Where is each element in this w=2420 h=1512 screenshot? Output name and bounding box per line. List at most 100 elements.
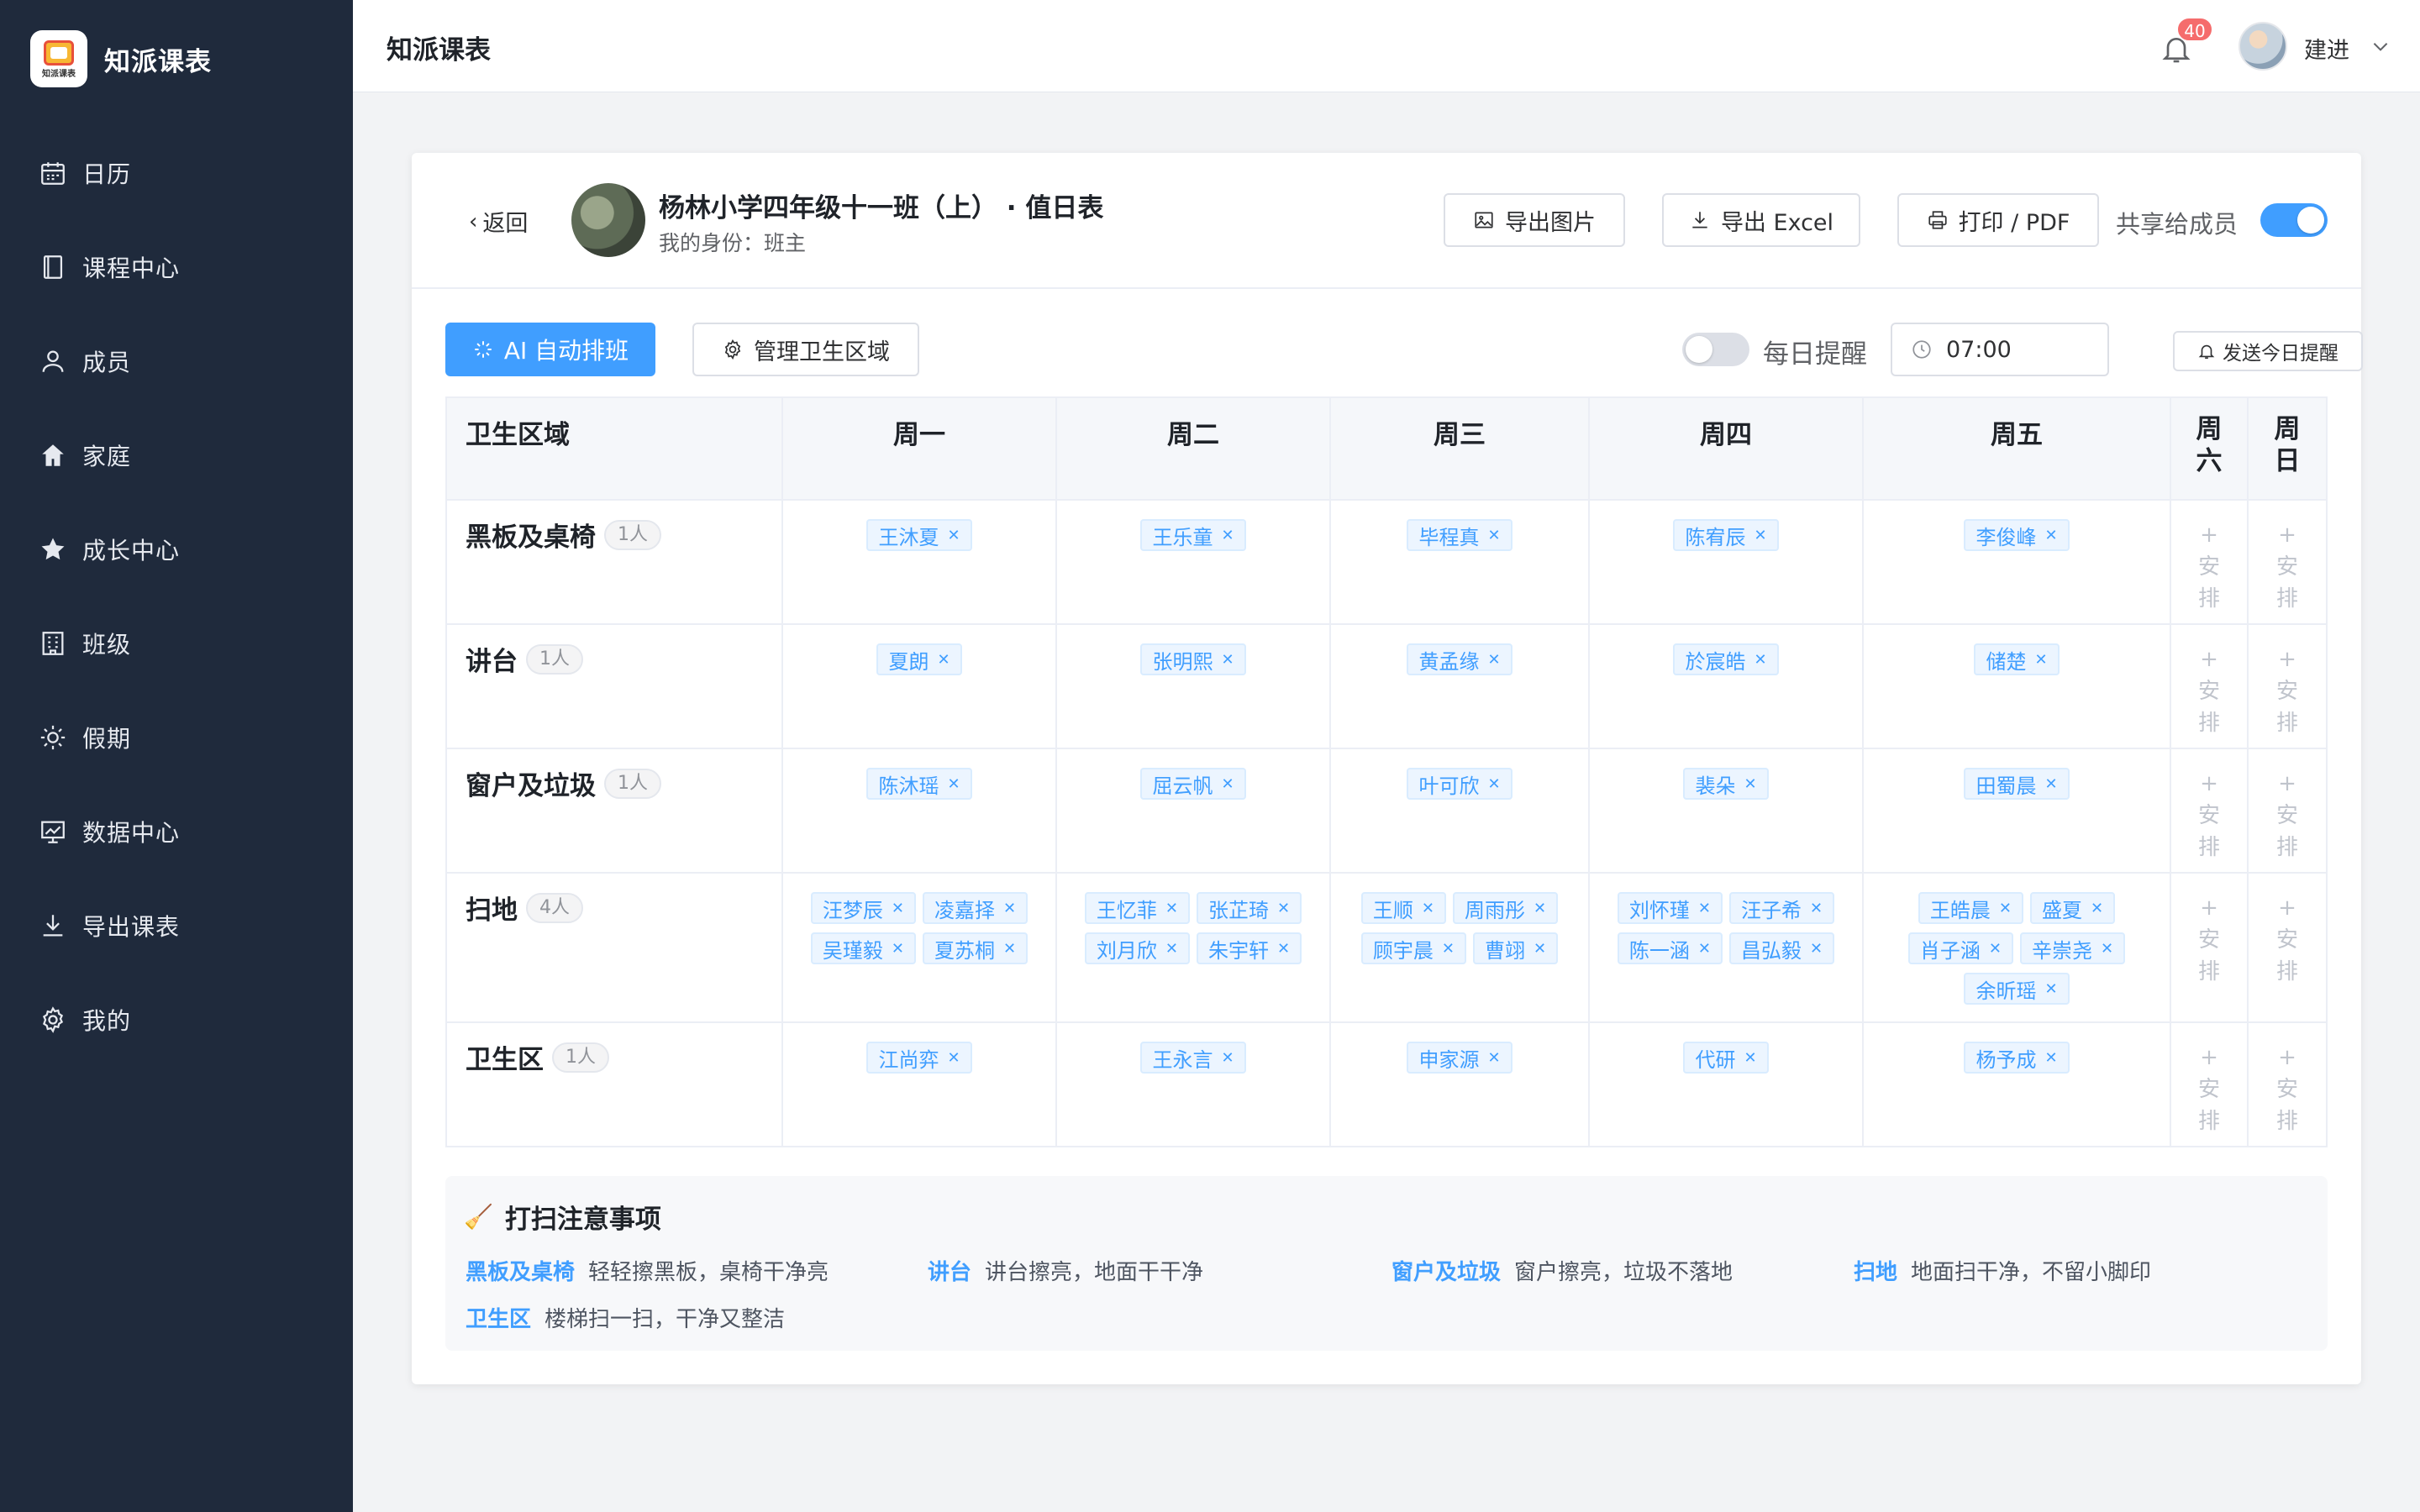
assignee-tag[interactable]: 陈一涵 ✕ — [1617, 932, 1723, 964]
sidebar-item-members[interactable]: 成员 — [0, 314, 353, 408]
assignee-tag[interactable]: 陈沐瑶 ✕ — [866, 768, 972, 800]
sidebar-item-family[interactable]: 家庭 — [0, 408, 353, 502]
close-icon[interactable]: ✕ — [1442, 940, 1455, 958]
close-icon[interactable]: ✕ — [1999, 900, 2012, 917]
day-cell[interactable]: 於宸皓 ✕ — [1588, 623, 1864, 749]
day-cell[interactable]: 屈云帆 ✕ — [1055, 748, 1331, 874]
close-icon[interactable]: ✕ — [1487, 651, 1500, 669]
assignee-tag[interactable]: 屈云帆 ✕ — [1140, 768, 1246, 800]
remind-time-input[interactable]: 07:00 — [1891, 323, 2109, 376]
close-icon[interactable]: ✕ — [1698, 940, 1711, 958]
arrange-button[interactable]: + 安 排 — [2171, 643, 2247, 739]
day-cell[interactable]: 代研 ✕ — [1588, 1021, 1864, 1147]
close-icon[interactable]: ✕ — [2044, 980, 2057, 998]
arrange-button[interactable]: + 安 排 — [2171, 892, 2247, 988]
sidebar-item-data[interactable]: 数据中心 — [0, 785, 353, 879]
send-reminder-button[interactable]: 发送今日提醒 — [2173, 331, 2363, 371]
day-cell[interactable]: 王永言 ✕ — [1055, 1021, 1331, 1147]
day-cell[interactable]: 王沐夏 ✕ — [781, 499, 1057, 625]
day-cell[interactable]: 王忆菲 ✕ 张芷琦 ✕ 刘月欣 ✕ 朱宇轩 ✕ — [1055, 872, 1331, 1023]
assignee-tag[interactable]: 李俊峰 ✕ — [1964, 519, 2070, 551]
export-excel-button[interactable]: 导出 Excel — [1662, 193, 1860, 247]
sidebar-item-class[interactable]: 班级 — [0, 596, 353, 690]
close-icon[interactable]: ✕ — [2044, 527, 2057, 544]
close-icon[interactable]: ✕ — [2044, 1049, 2057, 1067]
brand[interactable]: 知派课表 知派课表 — [30, 30, 212, 87]
assignee-tag[interactable]: 代研 ✕ — [1683, 1042, 1769, 1074]
close-icon[interactable]: ✕ — [2044, 775, 2057, 793]
day-cell[interactable]: 田蜀晨 ✕ — [1862, 748, 2171, 874]
assignee-tag[interactable]: 顾宇晨 ✕ — [1360, 932, 1466, 964]
close-icon[interactable]: ✕ — [1277, 900, 1290, 917]
assignee-tag[interactable]: 刘怀瑾 ✕ — [1617, 892, 1723, 924]
assignee-tag[interactable]: 曹翊 ✕ — [1473, 932, 1559, 964]
day-cell[interactable]: 陈沐瑶 ✕ — [781, 748, 1057, 874]
assignee-tag[interactable]: 夏苏桐 ✕ — [923, 932, 1028, 964]
assignee-tag[interactable]: 陈宥辰 ✕ — [1673, 519, 1779, 551]
assignee-tag[interactable]: 辛崇尧 ✕ — [2020, 932, 2126, 964]
back-button[interactable]: ‹ 返回 — [469, 205, 528, 238]
close-icon[interactable]: ✕ — [1165, 940, 1178, 958]
day-cell[interactable]: 刘怀瑾 ✕ 汪子希 ✕ 陈一涵 ✕ 昌弘毅 ✕ — [1588, 872, 1864, 1023]
day-cell[interactable]: 黄孟缘 ✕ — [1329, 623, 1590, 749]
assignee-tag[interactable]: 余昕瑶 ✕ — [1964, 973, 2070, 1005]
close-icon[interactable]: ✕ — [1534, 940, 1546, 958]
close-icon[interactable]: ✕ — [1810, 940, 1823, 958]
day-cell[interactable]: 李俊峰 ✕ — [1862, 499, 2171, 625]
assignee-tag[interactable]: 王乐童 ✕ — [1140, 519, 1246, 551]
day-cell[interactable]: 江尚弈 ✕ — [781, 1021, 1057, 1147]
close-icon[interactable]: ✕ — [1487, 775, 1500, 793]
assignee-tag[interactable]: 毕程真 ✕ — [1407, 519, 1512, 551]
arrange-button[interactable]: + 安 排 — [2249, 519, 2326, 615]
day-cell[interactable]: 张明熙 ✕ — [1055, 623, 1331, 749]
assignee-tag[interactable]: 吴瑾毅 ✕ — [810, 932, 916, 964]
assignee-tag[interactable]: 王永言 ✕ — [1140, 1042, 1246, 1074]
assignee-tag[interactable]: 田蜀晨 ✕ — [1964, 768, 2070, 800]
assignee-tag[interactable]: 张明熙 ✕ — [1140, 643, 1246, 675]
close-icon[interactable]: ✕ — [1422, 900, 1434, 917]
daily-remind-toggle[interactable] — [1682, 333, 1749, 366]
close-icon[interactable]: ✕ — [1221, 1049, 1234, 1067]
assignee-tag[interactable]: 汪梦辰 ✕ — [810, 892, 916, 924]
close-icon[interactable]: ✕ — [1277, 940, 1290, 958]
close-icon[interactable]: ✕ — [1744, 1049, 1756, 1067]
chevron-down-icon[interactable] — [2370, 35, 2391, 57]
close-icon[interactable]: ✕ — [1989, 940, 2002, 958]
assignee-tag[interactable]: 肖子涵 ✕ — [1907, 932, 2013, 964]
assignee-tag[interactable]: 裴朵 ✕ — [1683, 768, 1769, 800]
day-cell[interactable]: 王顺 ✕ 周雨彤 ✕ 顾宇晨 ✕ 曹翊 ✕ — [1329, 872, 1590, 1023]
arrange-button[interactable]: + 安 排 — [2171, 768, 2247, 864]
assignee-tag[interactable]: 杨予成 ✕ — [1964, 1042, 2070, 1074]
assignee-tag[interactable]: 周雨彤 ✕ — [1453, 892, 1559, 924]
close-icon[interactable]: ✕ — [947, 1049, 960, 1067]
avatar[interactable] — [2238, 22, 2287, 71]
close-icon[interactable]: ✕ — [947, 527, 960, 544]
arrange-button[interactable]: + 安 排 — [2171, 519, 2247, 615]
day-cell[interactable]: 叶可欣 ✕ — [1329, 748, 1590, 874]
arrange-button[interactable]: + 安 排 — [2249, 643, 2326, 739]
close-icon[interactable]: ✕ — [2101, 940, 2113, 958]
day-cell[interactable]: 王皓晨 ✕ 盛夏 ✕ 肖子涵 ✕ 辛崇尧 ✕ 余昕瑶 ✕ — [1862, 872, 2171, 1023]
assignee-tag[interactable]: 昌弘毅 ✕ — [1729, 932, 1835, 964]
assignee-tag[interactable]: 江尚弈 ✕ — [866, 1042, 972, 1074]
assignee-tag[interactable]: 夏朗 ✕ — [876, 643, 962, 675]
assignee-tag[interactable]: 储楚 ✕ — [1974, 643, 2060, 675]
close-icon[interactable]: ✕ — [892, 940, 904, 958]
close-icon[interactable]: ✕ — [1744, 775, 1756, 793]
user-name[interactable]: 建进 — [2304, 32, 2349, 65]
day-cell[interactable]: 夏朗 ✕ — [781, 623, 1057, 749]
day-cell[interactable]: 陈宥辰 ✕ — [1588, 499, 1864, 625]
close-icon[interactable]: ✕ — [1003, 900, 1016, 917]
export-image-button[interactable]: 导出图片 — [1444, 193, 1625, 247]
assignee-tag[interactable]: 张芷琦 ✕ — [1197, 892, 1302, 924]
day-cell[interactable]: 裴朵 ✕ — [1588, 748, 1864, 874]
assignee-tag[interactable]: 汪子希 ✕ — [1729, 892, 1835, 924]
day-cell[interactable]: 毕程真 ✕ — [1329, 499, 1590, 625]
sidebar-item-growth[interactable]: 成长中心 — [0, 502, 353, 596]
close-icon[interactable]: ✕ — [1165, 900, 1178, 917]
ai-schedule-button[interactable]: AI 自动排班 — [445, 323, 655, 376]
close-icon[interactable]: ✕ — [1221, 527, 1234, 544]
arrange-button[interactable]: + 安 排 — [2249, 768, 2326, 864]
sidebar-item-calendar[interactable]: 日历 — [0, 126, 353, 220]
arrange-button[interactable]: + 安 排 — [2249, 892, 2326, 988]
